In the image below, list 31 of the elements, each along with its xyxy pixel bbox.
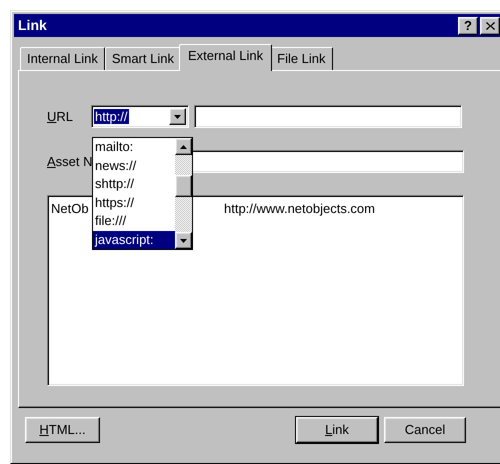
dropdown-item[interactable]: javascript:: [93, 230, 175, 249]
caret-icon: [174, 114, 182, 118]
tab[interactable]: File Link: [270, 47, 333, 70]
scroll-thumb[interactable]: [175, 175, 192, 197]
dialog-button[interactable]: Link: [296, 417, 378, 443]
scroll-up-icon: [180, 144, 187, 148]
tab[interactable]: Internal Link: [20, 47, 105, 70]
list-cell-text: http://www.netobjects.com: [224, 200, 375, 218]
url-label: URL: [47, 108, 74, 126]
dropdown-item[interactable]: https://: [93, 194, 175, 212]
scheme-value: http://: [94, 108, 130, 126]
asset-name-field[interactable]: [191, 150, 464, 173]
scheme-combo[interactable]: http://: [91, 105, 190, 128]
list-cell-text: NetOb: [51, 200, 89, 218]
url-field[interactable]: [194, 105, 462, 128]
close-button[interactable]: [480, 16, 500, 34]
window-title: Link: [18, 16, 48, 35]
scrollbar[interactable]: [175, 138, 192, 249]
dropdown-item[interactable]: news://: [93, 156, 175, 175]
help-button[interactable]: ?: [458, 16, 478, 34]
dialog-button[interactable]: Cancel: [384, 417, 466, 443]
dialog-button[interactable]: HTML...: [25, 417, 100, 443]
tab[interactable]: External Link: [178, 44, 272, 71]
scroll-down-icon: [180, 238, 187, 242]
dropdown-button[interactable]: [169, 108, 186, 125]
dropdown-item[interactable]: shttp://: [93, 175, 175, 194]
tab[interactable]: Smart Link: [104, 47, 181, 70]
close-icon: [486, 22, 494, 30]
dropdown-item[interactable]: mailto:: [93, 138, 175, 156]
asset-name-label: Asset N: [47, 152, 93, 171]
dropdown-item[interactable]: file:///: [93, 212, 175, 230]
